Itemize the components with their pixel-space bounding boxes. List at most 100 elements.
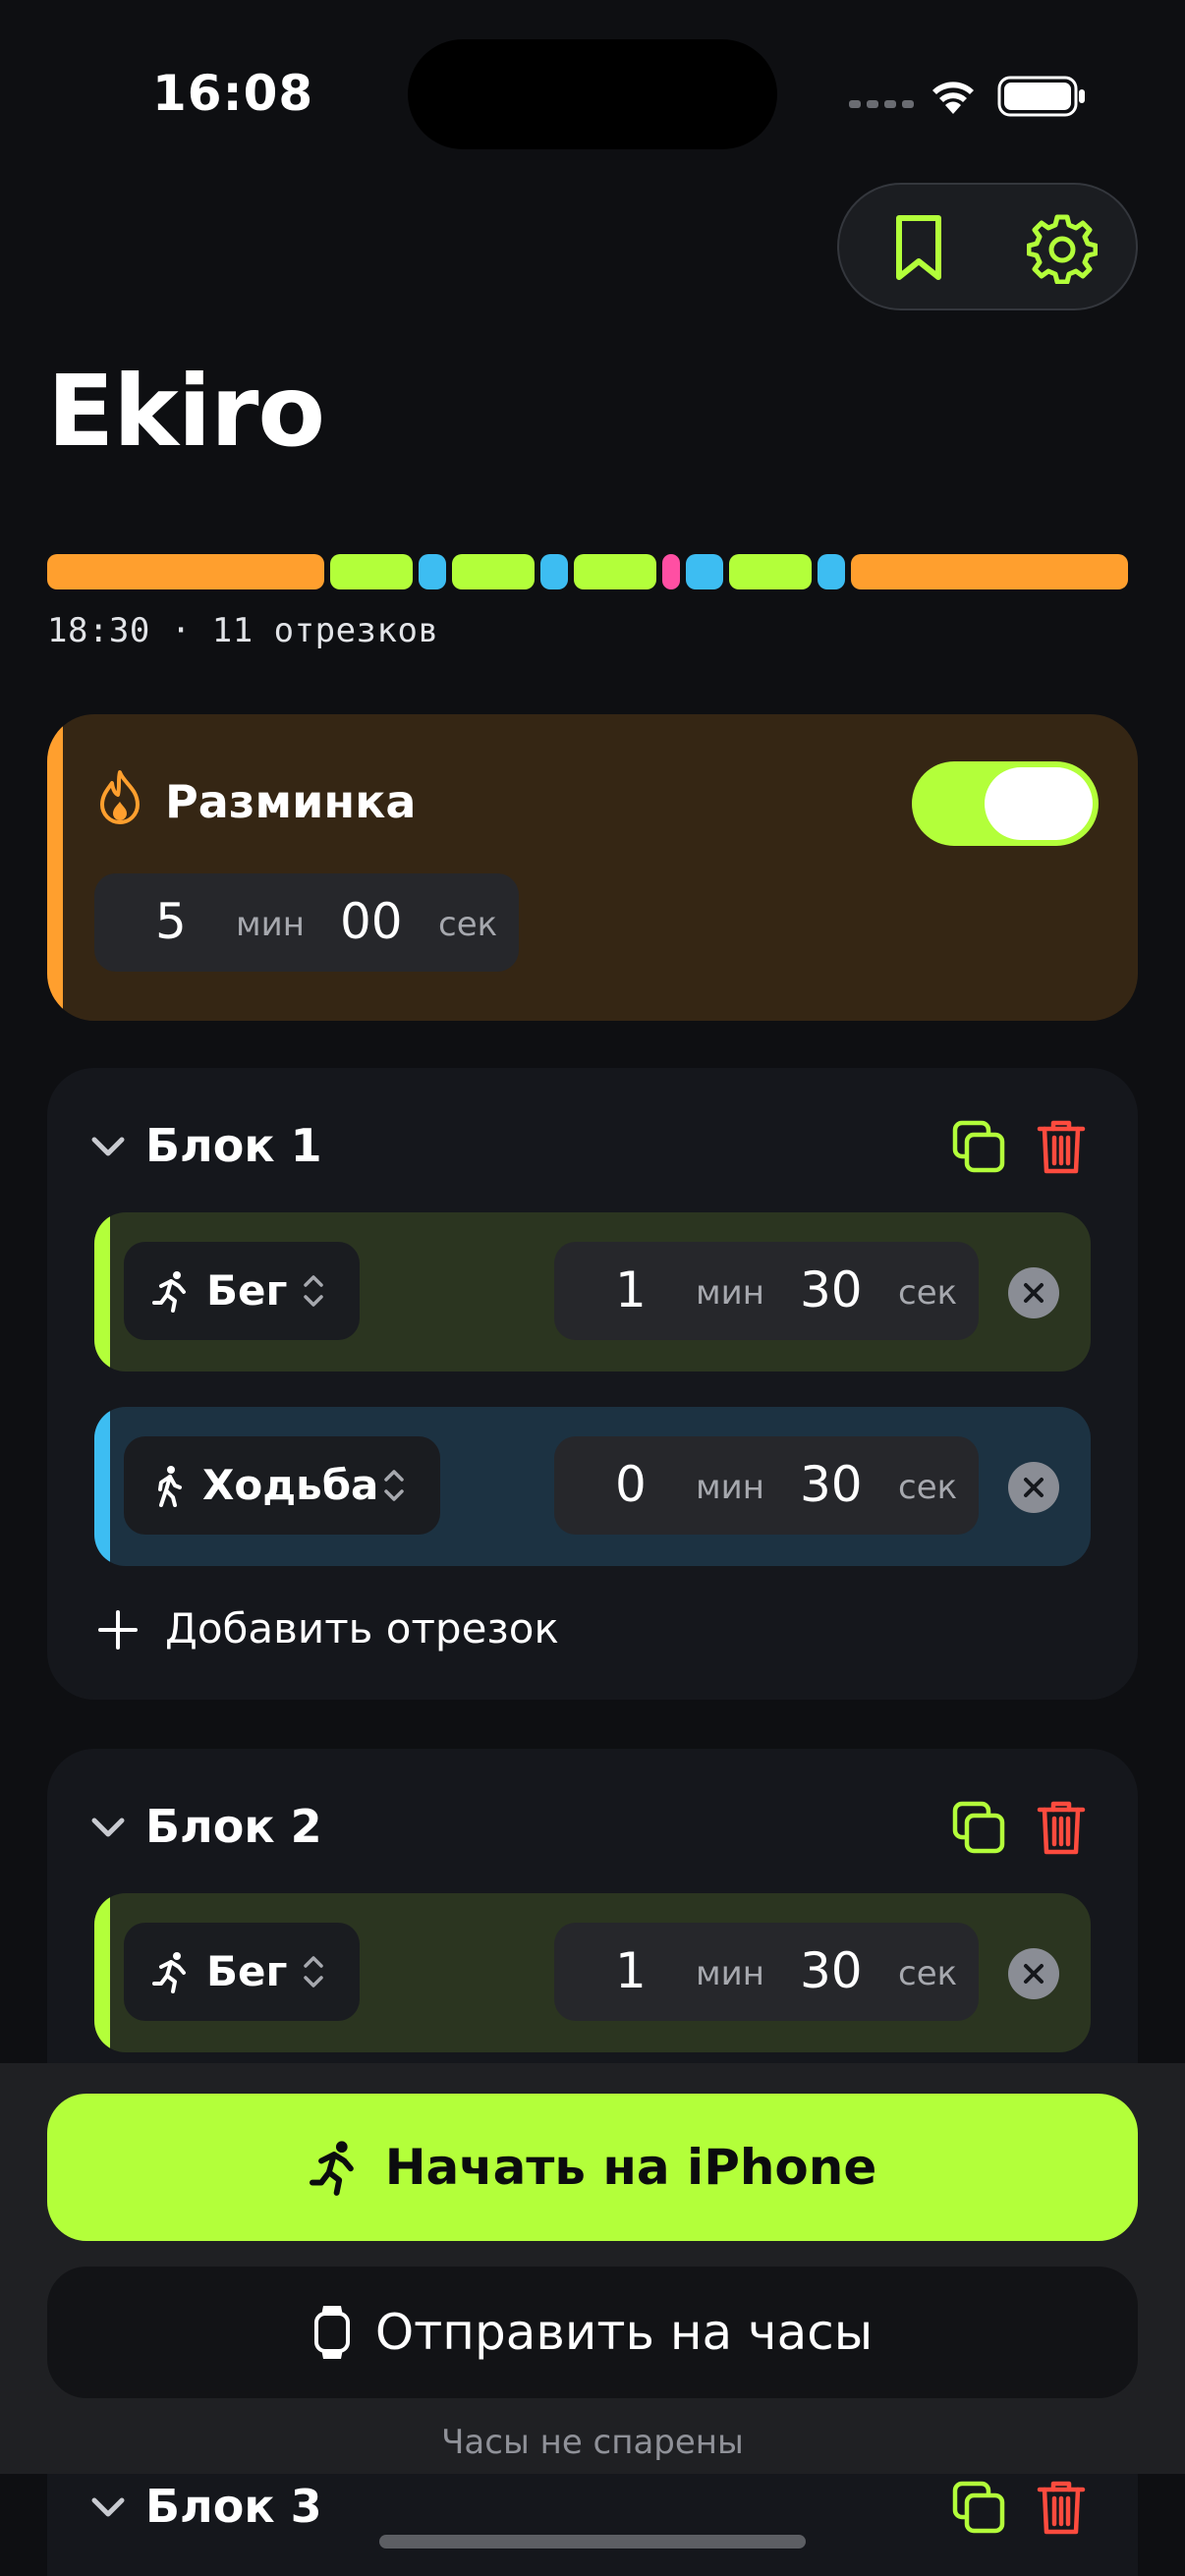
duplicate-block-button[interactable] <box>949 1798 1008 1857</box>
block-title: Блок 2 <box>145 1800 322 1853</box>
minutes-unit: мин <box>696 1468 764 1507</box>
seconds-value: 00 <box>340 893 403 950</box>
add-interval-label: Добавить отрезок <box>165 1604 559 1652</box>
running-figure-icon <box>152 1271 186 1313</box>
block-title: Блок 1 <box>145 1119 322 1172</box>
watch-icon <box>313 2306 350 2359</box>
wifi-icon <box>932 82 974 114</box>
chevron-down-icon <box>91 1137 125 1156</box>
minutes-value: 1 <box>615 1261 647 1318</box>
plus-icon <box>98 1610 138 1650</box>
interval-duration-picker[interactable]: 1 мин 30 сек <box>554 1923 979 2021</box>
settings-button[interactable] <box>1026 212 1099 285</box>
status-icons <box>847 71 1093 120</box>
interval-row: Бег 1 мин 30 сек <box>94 1212 1091 1372</box>
running-figure-icon <box>152 1952 186 1993</box>
timeline-segment-cooldown <box>851 554 1128 589</box>
delete-block-button[interactable] <box>1032 1117 1091 1176</box>
cellular-icon <box>849 100 914 108</box>
trash-icon <box>1037 1801 1086 1855</box>
warmup-duration-picker[interactable]: 5 мин 00 сек <box>94 873 519 972</box>
warmup-card: Разминка 5 мин 00 сек <box>47 714 1138 1021</box>
copy-icon <box>952 1120 1005 1173</box>
remove-interval-button[interactable] <box>1008 1267 1059 1318</box>
status-time: 16:08 <box>152 65 314 122</box>
timeline-segment-walk <box>419 554 446 589</box>
up-down-chevron-icon <box>384 1470 404 1501</box>
timeline-segment-rest <box>662 554 680 589</box>
close-icon <box>1024 1964 1044 1984</box>
remove-interval-button[interactable] <box>1008 1462 1059 1513</box>
interval-accent-bar <box>94 1407 110 1566</box>
seconds-unit: сек <box>898 1954 958 1993</box>
seconds-value: 30 <box>800 1456 863 1513</box>
close-icon <box>1024 1283 1044 1303</box>
interval-row: Бег 1 мин 30 сек <box>94 1893 1091 2052</box>
minutes-unit: мин <box>696 1954 764 1993</box>
delete-block-button[interactable] <box>1032 1798 1091 1857</box>
flame-icon <box>100 770 140 824</box>
trash-icon <box>1037 2481 1086 2535</box>
activity-label: Ходьба <box>202 1461 379 1509</box>
timeline-segment-run <box>330 554 413 589</box>
activity-selector[interactable]: Бег <box>124 1923 360 2021</box>
minutes-value: 0 <box>615 1456 647 1513</box>
warmup-accent-bar <box>47 714 63 1021</box>
toggle-knob <box>985 767 1093 840</box>
timeline-segment-run <box>574 554 656 589</box>
start-button-label: Начать на iPhone <box>384 2139 877 2196</box>
timeline-segment-run <box>729 554 812 589</box>
workout-summary: 18:30 · 11 отрезков <box>47 611 439 650</box>
trash-icon <box>1037 1120 1086 1174</box>
activity-selector[interactable]: Бег <box>124 1242 360 1340</box>
seconds-value: 30 <box>800 1942 863 1999</box>
home-indicator[interactable] <box>379 2535 806 2548</box>
interval-row: Ходьба 0 мин 30 сек <box>94 1407 1091 1566</box>
workout-timeline <box>47 554 1138 589</box>
activity-label: Бег <box>206 1947 288 1995</box>
interval-accent-bar <box>94 1893 110 2052</box>
duplicate-block-button[interactable] <box>949 2478 1008 2537</box>
copy-icon <box>952 2481 1005 2534</box>
toolbar-pill <box>837 183 1138 310</box>
watch-pairing-status: Часы не спарены <box>441 2423 744 2462</box>
timeline-segment-walk <box>686 554 723 589</box>
bookmark-button[interactable] <box>882 212 955 285</box>
timeline-segment-warmup <box>47 554 324 589</box>
chevron-down-icon <box>91 1818 125 1837</box>
timeline-segment-run <box>452 554 535 589</box>
dynamic-island <box>408 39 777 149</box>
warmup-toggle[interactable] <box>912 761 1099 846</box>
activity-label: Бег <box>206 1266 288 1315</box>
app-title: Ekiro <box>47 354 325 469</box>
activity-selector[interactable]: Ходьба <box>124 1436 440 1535</box>
minutes-value: 1 <box>615 1942 647 1999</box>
seconds-value: 30 <box>800 1261 863 1318</box>
send-button-label: Отправить на часы <box>374 2304 874 2361</box>
interval-duration-picker[interactable]: 0 мин 30 сек <box>554 1436 979 1535</box>
minutes-value: 5 <box>155 893 187 950</box>
screen: 16:08 Ekiro 18:30 · 11 отрезков Разминка… <box>0 0 1185 2576</box>
block-card: Блок 1 Бег 1 мин 30 сек Ходьба 0 мин 30 … <box>47 1068 1138 1700</box>
chevron-down-icon <box>91 2497 125 2517</box>
warmup-title: Разминка <box>165 775 417 828</box>
delete-block-button[interactable] <box>1032 2478 1091 2537</box>
minutes-unit: мин <box>236 905 305 944</box>
remove-interval-button[interactable] <box>1008 1948 1059 1999</box>
battery-icon <box>997 76 1085 117</box>
block-title: Блок 3 <box>145 2480 322 2533</box>
interval-duration-picker[interactable]: 1 мин 30 сек <box>554 1242 979 1340</box>
start-on-iphone-button[interactable]: Начать на iPhone <box>47 2094 1138 2241</box>
minutes-unit: мин <box>696 1273 764 1313</box>
close-icon <box>1024 1478 1044 1497</box>
running-figure-icon <box>309 2141 354 2196</box>
bookmark-icon <box>896 215 941 280</box>
copy-icon <box>952 1801 1005 1854</box>
walking-figure-icon <box>158 1466 182 1507</box>
send-to-watch-button[interactable]: Отправить на часы <box>47 2267 1138 2398</box>
interval-accent-bar <box>94 1212 110 1372</box>
duplicate-block-button[interactable] <box>949 1117 1008 1176</box>
timeline-segment-walk <box>818 554 845 589</box>
seconds-unit: сек <box>898 1273 958 1313</box>
up-down-chevron-icon <box>304 1956 323 1988</box>
